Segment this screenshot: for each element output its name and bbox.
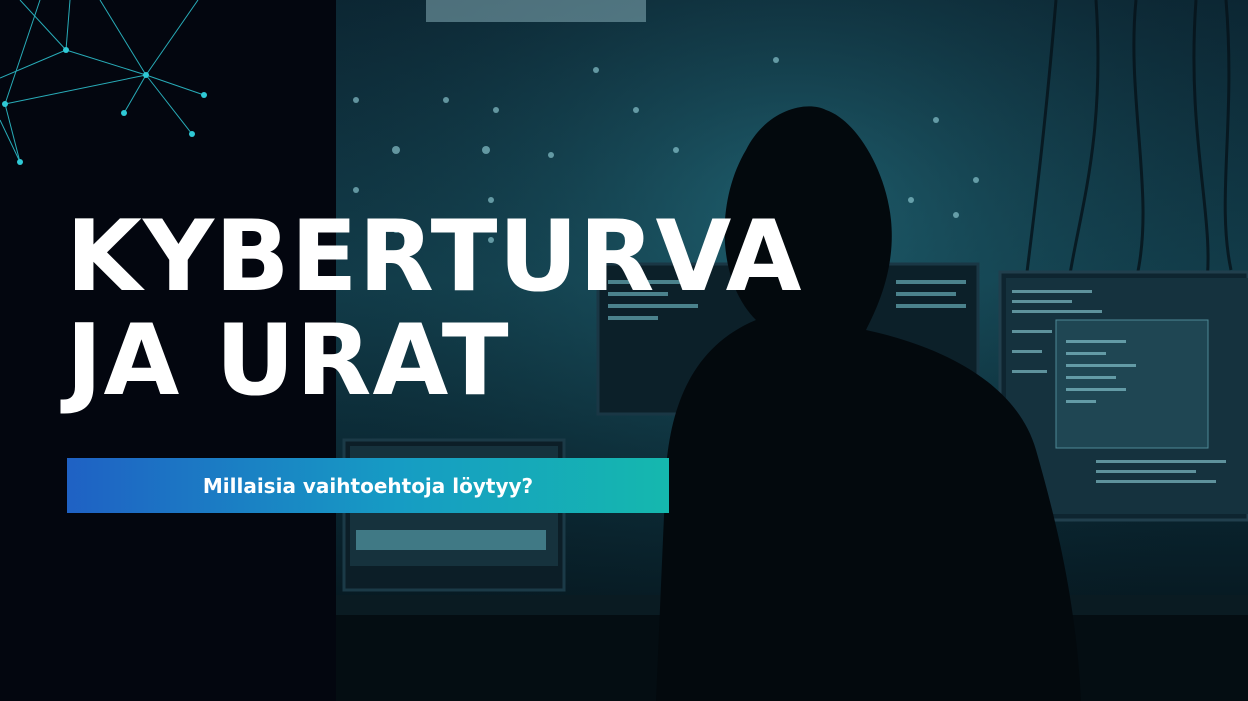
subtitle-text: Millaisia vaihtoehtoja löytyy? (202, 473, 534, 498)
cover-slide: KYBERTURVA JA URAT Millaisia vaihtoehtoj… (0, 0, 1248, 701)
network-node-graph-icon (0, 0, 207, 165)
page-title: KYBERTURVA JA URAT (66, 205, 803, 413)
title-line-1: KYBERTURVA (66, 200, 803, 314)
title-line-2: JA URAT (66, 304, 510, 418)
subtitle-banner: Millaisia vaihtoehtoja löytyy? (67, 458, 669, 513)
